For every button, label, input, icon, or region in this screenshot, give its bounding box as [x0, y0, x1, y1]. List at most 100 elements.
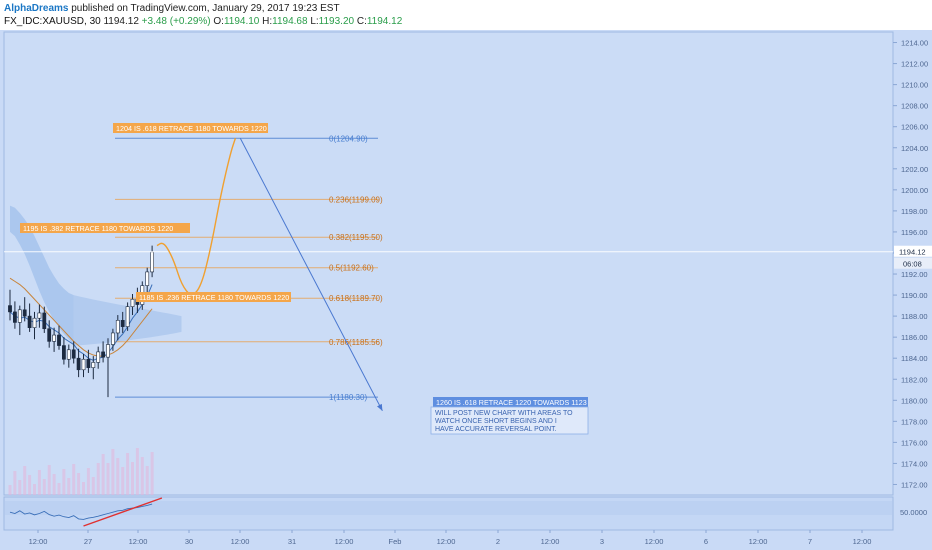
volume-bar: [121, 467, 125, 495]
symbol-label[interactable]: FX_IDC:XAUUSD, 30: [4, 16, 101, 27]
volume-bar: [52, 474, 56, 495]
volume-bar: [28, 475, 32, 495]
note-text: WILL POST NEW CHART WITH AREAS TO: [435, 410, 573, 417]
x-tick-label: 12:00: [853, 537, 872, 546]
annotation-1204: 1204 IS .618 RETRACE 1180 TOWARDS 1220: [116, 124, 267, 133]
candle-body: [96, 351, 101, 363]
x-tick-label: 27: [84, 537, 92, 546]
x-tick-label: 12:00: [29, 537, 48, 546]
high-value: 1194.68: [272, 16, 308, 27]
y-tick-label: 1212.00: [901, 60, 928, 69]
y-tick-label: 1208.00: [901, 102, 928, 111]
candle-body: [130, 298, 135, 307]
y-tick-label: 1200.00: [901, 186, 928, 195]
candle-body: [13, 311, 17, 323]
high-label: H:: [262, 16, 273, 27]
candle-body: [47, 328, 52, 342]
annotation-1195: 1195 IS .382 RETRACE 1180 TOWARDS 1220: [23, 224, 173, 233]
last-price: 1194.12: [103, 16, 139, 27]
rsi-band: [5, 501, 892, 515]
candle-body: [32, 317, 37, 328]
fib-level-label: 0.5(1192.60): [329, 264, 374, 273]
volume-bar: [47, 465, 51, 495]
volume-bar: [42, 479, 46, 495]
candle-body: [120, 320, 125, 327]
close-label: C:: [356, 16, 367, 27]
fib-level-label: 0.382(1195.50): [329, 233, 383, 242]
y-tick-label: 1202.00: [901, 165, 928, 174]
x-tick-label: 3: [600, 537, 604, 546]
fib-level-label: 0.786(1185.56): [329, 338, 383, 347]
price-chart[interactable]: 1172.00 1174.00 1176.00 1178.00 1180.00 1182.…: [0, 30, 932, 550]
y-tick-label: 1196.00: [901, 228, 928, 237]
fib-level-label: 1(1180.30): [329, 393, 367, 402]
x-tick-label: 31: [288, 537, 296, 546]
volume-bar: [106, 463, 110, 495]
fib-level-label: 0.618(1189.70): [329, 294, 383, 303]
x-tick-label: 12:00: [437, 537, 456, 546]
annotation-1185: 1185 IS .236 RETRACE 1180 TOWARDS 1220: [139, 293, 289, 302]
y-tick-label: 1176.00: [901, 438, 928, 447]
y-tick-label: 1178.00: [901, 417, 928, 426]
volume-bar: [116, 458, 120, 495]
x-tick-label: 6: [704, 537, 708, 546]
candle-body: [37, 312, 42, 319]
candle-body: [150, 251, 155, 273]
candle-body: [101, 351, 106, 358]
volume-bar: [33, 484, 36, 495]
candle-body: [61, 345, 66, 360]
x-tick-label: 2: [496, 537, 500, 546]
y-tick-label: 1192.00: [901, 270, 928, 279]
volume-bar: [57, 483, 61, 495]
volume-bar: [72, 464, 76, 495]
ohlc-line: FX_IDC:XAUUSD, 30 1194.12 +3.48 (+0.29%)…: [4, 15, 402, 28]
candle-body: [76, 357, 81, 371]
volume-bar: [18, 480, 22, 495]
candle-body: [115, 320, 120, 334]
volume-bar: [96, 463, 100, 495]
note-text: HAVE ACCURATE REVERSAL POINT.: [435, 426, 557, 433]
x-tick-label: 12:00: [541, 537, 560, 546]
close-value: 1194.12: [366, 16, 403, 27]
low-label: L:: [310, 16, 319, 27]
volume-bar: [140, 457, 144, 495]
y-tick-label: 1204.00: [901, 144, 928, 153]
volume-bar: [37, 470, 41, 495]
x-tick-label: 12:00: [231, 537, 250, 546]
open-value: 1194.10: [223, 16, 260, 27]
volume-bar: [91, 477, 95, 495]
fib-level-label: 0.236(1199.09): [329, 195, 383, 204]
fib-level-label: 0(1204.90): [329, 134, 368, 143]
x-tick-label: 12:00: [645, 537, 664, 546]
candle-body: [86, 358, 91, 368]
annotation-1260: 1260 IS .618 RETRACE 1220 TOWARDS 1123: [436, 398, 587, 407]
volume-bar: [8, 485, 12, 495]
y-tick-label: 1210.00: [901, 81, 928, 90]
volume-bar: [62, 469, 66, 495]
x-tick-label: 12:00: [335, 537, 354, 546]
candle-body: [81, 358, 86, 371]
candle-body: [57, 334, 61, 346]
candle-body: [71, 349, 76, 359]
y-tick-label: 1198.00: [901, 207, 928, 216]
y-tick-label: 1188.00: [901, 312, 928, 321]
candle-body: [17, 309, 22, 323]
volume-bar: [126, 453, 130, 495]
price-marker-label: 1194.12: [899, 248, 926, 257]
volume-bar: [82, 482, 85, 495]
rsi-level-label: 50.0000: [900, 508, 927, 517]
author-name[interactable]: AlphaDreams: [4, 3, 68, 14]
candle-body: [42, 312, 47, 330]
y-tick-label: 1172.00: [901, 480, 928, 489]
candle-body: [91, 362, 96, 368]
price-change: +3.48 (+0.29%): [141, 16, 211, 27]
y-tick-label: 1180.00: [901, 396, 928, 405]
x-tick-label: 12:00: [749, 537, 768, 546]
y-tick-label: 1174.00: [901, 459, 928, 468]
candle-body: [22, 309, 27, 317]
x-tick-label: 7: [808, 537, 812, 546]
volume-bar: [13, 471, 17, 495]
low-value: 1193.20: [318, 16, 355, 27]
y-tick-label: 1182.00: [901, 375, 928, 384]
y-tick-label: 1206.00: [901, 123, 928, 132]
